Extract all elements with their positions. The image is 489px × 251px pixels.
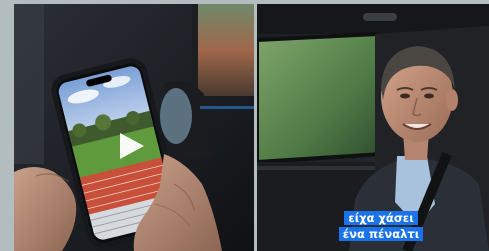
car-window: [196, 4, 254, 96]
subtitle-caption: είχα χάσει ένα πέναλτι: [332, 211, 430, 241]
car-interior-left: [14, 4, 254, 251]
split-screen-frame: είχα χάσει ένα πέναλτι: [0, 0, 489, 251]
caption-line-1: είχα χάσει: [344, 211, 418, 225]
caption-line-2: ένα πέναλτι: [338, 227, 424, 241]
grab-handle: [363, 13, 397, 21]
left-panel-phone-scene: [14, 4, 254, 251]
side-window: [257, 34, 383, 162]
